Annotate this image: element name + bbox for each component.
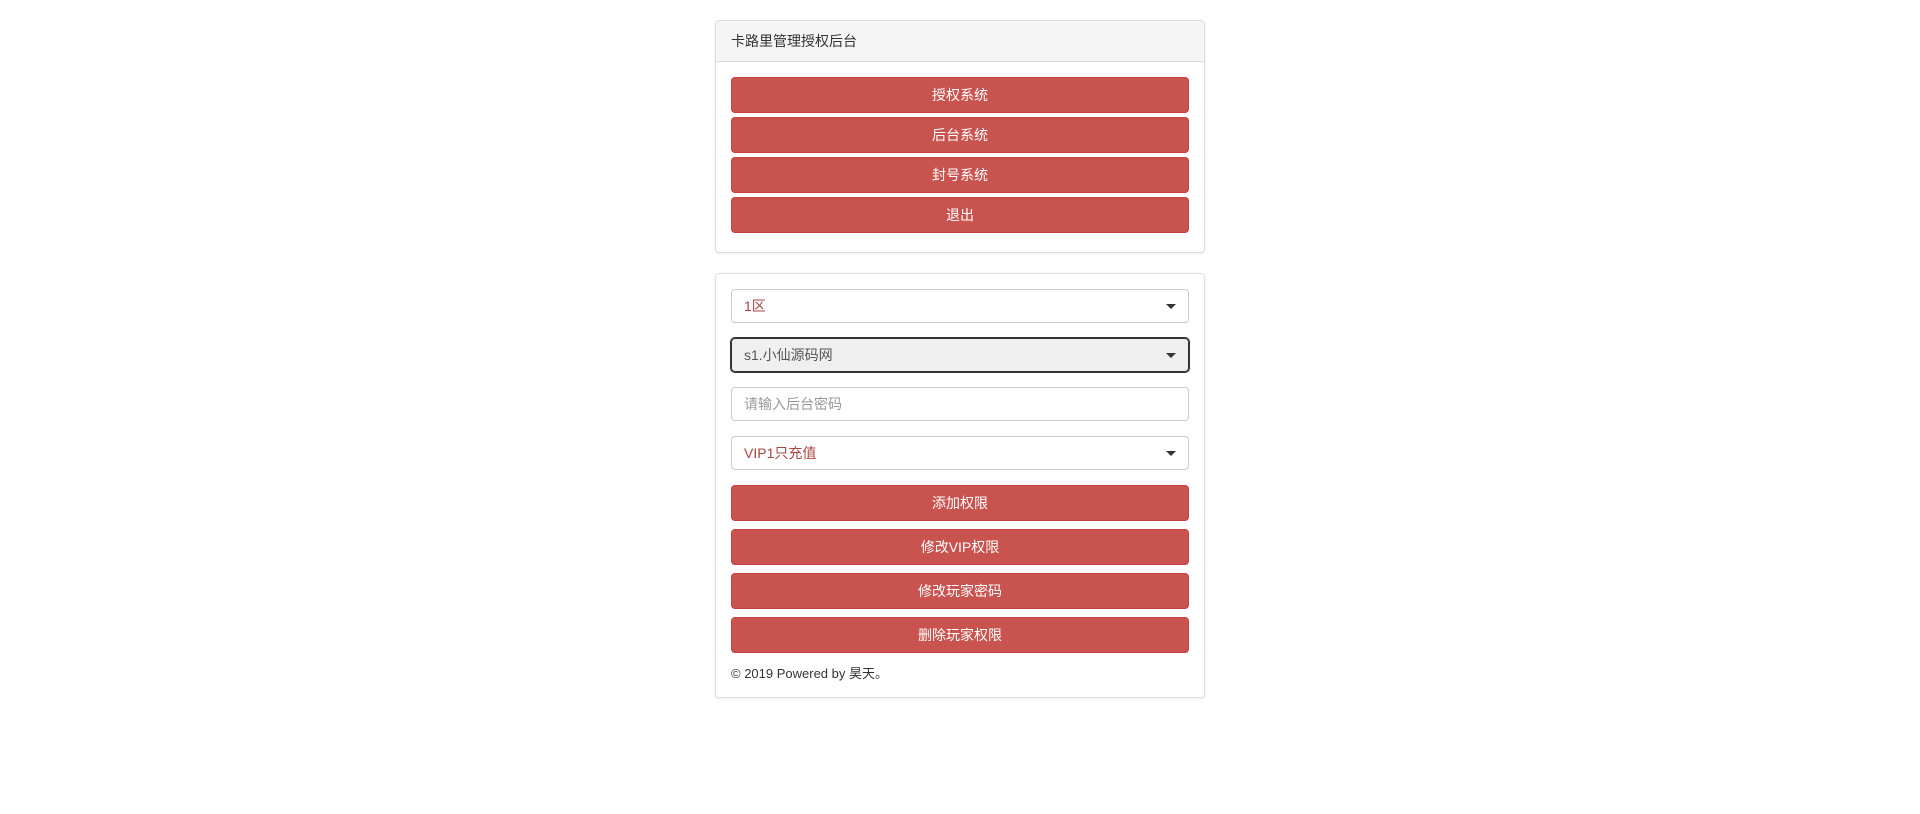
password-input[interactable] [731,387,1189,421]
modify-password-button[interactable]: 修改玩家密码 [731,573,1189,609]
server-select[interactable]: s1.小仙源码网 [731,338,1189,372]
action-button-group: 添加权限 修改VIP权限 修改玩家密码 删除玩家权限 [731,485,1189,653]
vip-select[interactable]: VIP1只充值 [731,436,1189,470]
form-panel: 1区 s1.小仙源码网 VIP1只充值 添加权限 修改VIP权限 修改玩家密码 … [715,273,1205,698]
nav-button-ban[interactable]: 封号系统 [731,157,1189,193]
nav-button-auth[interactable]: 授权系统 [731,77,1189,113]
zone-select[interactable]: 1区 [731,289,1189,323]
modify-vip-button[interactable]: 修改VIP权限 [731,529,1189,565]
nav-panel: 卡路里管理授权后台 授权系统 后台系统 封号系统 退出 [715,20,1205,253]
delete-permission-button[interactable]: 删除玩家权限 [731,617,1189,653]
form-body: 1区 s1.小仙源码网 VIP1只充值 添加权限 修改VIP权限 修改玩家密码 … [716,274,1204,697]
main-container: 卡路里管理授权后台 授权系统 后台系统 封号系统 退出 1区 s1.小仙源码网 … [715,20,1205,698]
nav-button-admin[interactable]: 后台系统 [731,117,1189,153]
nav-button-group: 授权系统 后台系统 封号系统 退出 [716,62,1204,252]
nav-button-exit[interactable]: 退出 [731,197,1189,233]
panel-title: 卡路里管理授权后台 [716,21,1204,62]
add-permission-button[interactable]: 添加权限 [731,485,1189,521]
footer-text: © 2019 Powered by 昊天。 [731,663,1189,682]
